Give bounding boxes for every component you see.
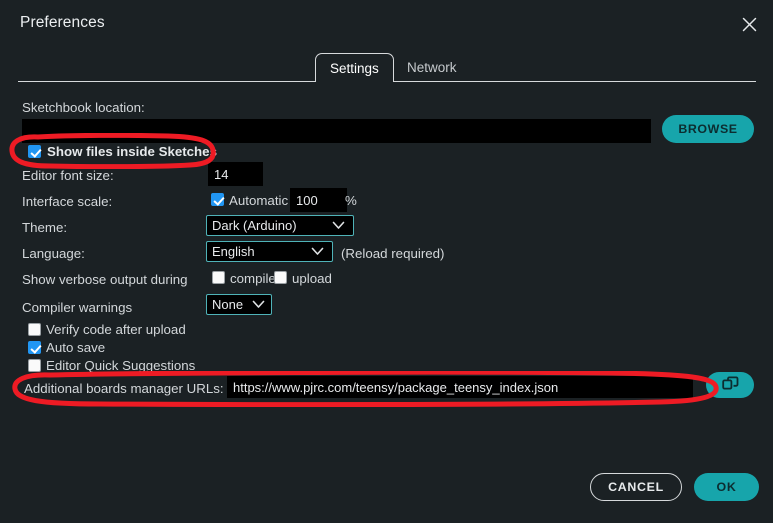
language-label: Language: <box>22 246 85 261</box>
compiler-warnings-select[interactable]: None <box>206 294 272 315</box>
cancel-button[interactable]: CANCEL <box>590 473 682 501</box>
theme-label: Theme: <box>22 220 68 235</box>
auto-save-label: Auto save <box>46 340 106 355</box>
tab-settings[interactable]: Settings <box>315 53 394 82</box>
verbose-upload-label: upload <box>292 271 332 286</box>
open-windows-icon <box>721 375 739 395</box>
tab-network[interactable]: Network <box>392 53 472 82</box>
auto-save-checkbox[interactable] <box>28 341 41 354</box>
language-reload-note: (Reload required) <box>341 246 445 261</box>
browse-button[interactable]: BROWSE <box>662 115 754 143</box>
verbose-upload-checkbox[interactable] <box>274 271 287 284</box>
sketchbook-location-input[interactable] <box>22 119 651 143</box>
show-files-inside-sketches-checkbox[interactable] <box>28 145 41 158</box>
additional-boards-urls-expand-button[interactable] <box>706 372 754 398</box>
page-title: Preferences <box>20 14 105 31</box>
tab-settings-label: Settings <box>330 60 379 76</box>
interface-scale-automatic-checkbox[interactable] <box>211 193 224 206</box>
ok-button[interactable]: OK <box>694 473 759 501</box>
tab-network-label: Network <box>407 60 457 75</box>
verbose-output-label: Show verbose output during <box>22 272 188 287</box>
close-icon[interactable] <box>733 8 765 40</box>
additional-boards-urls-input[interactable] <box>227 376 693 398</box>
verify-code-after-upload-checkbox[interactable] <box>28 323 41 336</box>
editor-font-size-label: Editor font size: <box>22 168 114 183</box>
editor-font-size-input[interactable] <box>208 162 263 186</box>
interface-scale-input[interactable] <box>290 188 347 212</box>
show-files-inside-sketches-label: Show files inside Sketches <box>47 144 217 159</box>
interface-scale-automatic-label: Automatic <box>229 193 289 208</box>
interface-scale-unit: % <box>345 193 357 208</box>
verbose-compile-label: compile <box>230 271 276 286</box>
additional-boards-urls-label: Additional boards manager URLs: <box>24 381 224 396</box>
editor-quick-suggestions-checkbox[interactable] <box>28 359 41 372</box>
sketchbook-location-label: Sketchbook location: <box>22 100 145 115</box>
interface-scale-label: Interface scale: <box>22 194 113 209</box>
title-bar: Preferences <box>0 0 773 48</box>
theme-select[interactable]: Dark (Arduino) <box>206 215 354 236</box>
tab-bar: Settings Network <box>0 53 773 82</box>
compiler-warnings-label: Compiler warnings <box>22 300 133 315</box>
language-select[interactable]: English <box>206 241 333 262</box>
editor-quick-suggestions-label: Editor Quick Suggestions <box>46 358 196 373</box>
verify-code-after-upload-label: Verify code after upload <box>46 322 186 337</box>
verbose-compile-checkbox[interactable] <box>212 271 225 284</box>
